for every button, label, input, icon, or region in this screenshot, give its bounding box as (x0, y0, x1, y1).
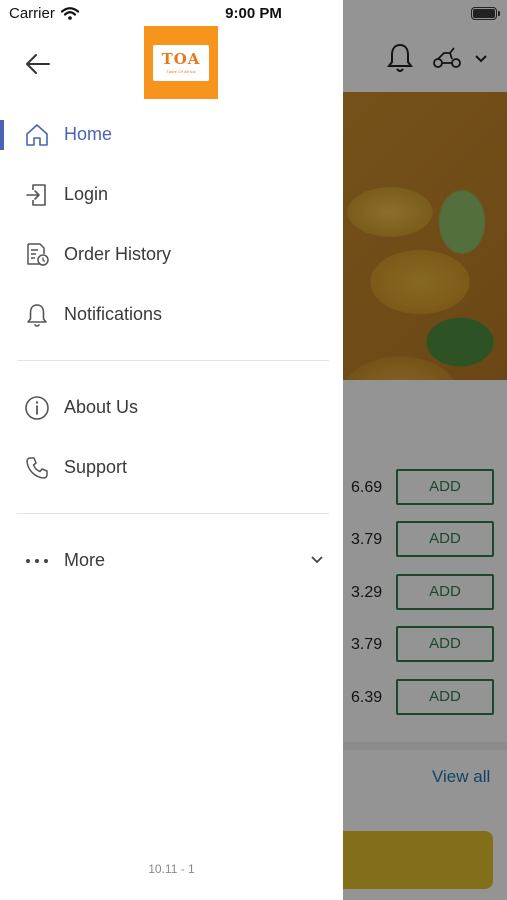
back-arrow-icon[interactable] (24, 50, 52, 78)
more-dots-icon (26, 559, 48, 563)
menu-divider (17, 360, 329, 361)
menu-divider (17, 513, 329, 514)
menu-label-home: Home (64, 124, 113, 144)
logo-subtitle: Taste Of Africa (166, 68, 196, 74)
phone-icon (26, 457, 48, 479)
menu-label-order-history: Order History (64, 244, 172, 264)
active-indicator (0, 120, 4, 150)
menu-label-notifications: Notifications (64, 304, 163, 324)
home-icon (26, 124, 48, 146)
app-version: 10.11 - 1 (148, 862, 195, 876)
chevron-down-icon (311, 556, 323, 564)
app-logo: TOA Taste Of Africa (144, 26, 218, 99)
menu-label-more: More (64, 550, 106, 570)
menu-label-login: Login (64, 184, 109, 204)
menu-item-notifications[interactable]: Notifications (0, 290, 343, 338)
status-time: 9:00 PM (225, 5, 282, 22)
bell-icon (27, 304, 47, 327)
menu-item-home[interactable]: Home (0, 110, 343, 158)
navigation-drawer: TOA Taste Of Africa Home Login Order His… (0, 0, 343, 900)
order-history-icon (27, 243, 49, 266)
menu-item-more[interactable]: More (0, 536, 343, 584)
menu-item-login[interactable]: Login (0, 170, 343, 218)
menu-item-about-us[interactable]: About Us (0, 383, 343, 431)
menu-item-support[interactable]: Support (0, 443, 343, 491)
menu-item-order-history[interactable]: Order History (0, 230, 343, 278)
logo-text: TOA (161, 49, 201, 68)
status-bar: Carrier 9:00 PM (0, 0, 507, 28)
menu-label-support: Support (64, 457, 128, 477)
info-icon (25, 396, 49, 420)
menu-label-about-us: About Us (64, 397, 139, 417)
login-icon (26, 184, 46, 206)
battery-icon (471, 7, 500, 20)
